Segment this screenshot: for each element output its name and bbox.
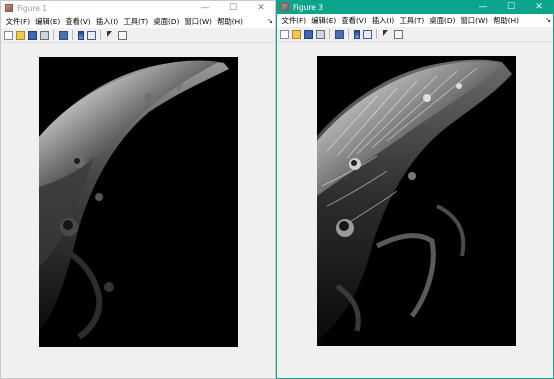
new-figure-icon[interactable] xyxy=(3,30,13,40)
menu-view[interactable]: 查看(V) xyxy=(339,16,369,26)
zoom-icon[interactable] xyxy=(334,29,344,39)
menu-edit[interactable]: 编辑(E) xyxy=(309,16,339,26)
menu-tools[interactable]: 工具(T) xyxy=(397,16,427,26)
menu-overflow-icon[interactable]: ↘ xyxy=(267,15,273,28)
menu-insert[interactable]: 插入(I) xyxy=(369,16,397,26)
moon-image-graphic xyxy=(317,56,516,346)
title-bar[interactable]: Figure 3 — ☐ ✕ xyxy=(277,0,553,14)
menu-help[interactable]: 帮助(H) xyxy=(491,16,522,26)
window-title: Figure 3 xyxy=(293,2,324,12)
menu-edit[interactable]: 编辑(E) xyxy=(33,17,63,27)
save-icon[interactable] xyxy=(303,29,313,39)
moon-image[interactable] xyxy=(317,56,516,346)
menu-window[interactable]: 窗口(W) xyxy=(458,16,491,26)
maximize-button[interactable]: ☐ xyxy=(497,0,525,14)
figure-canvas xyxy=(1,43,275,378)
window-controls: — ☐ ✕ xyxy=(469,0,553,14)
menu-overflow-icon[interactable]: ↘ xyxy=(545,14,551,27)
menu-view[interactable]: 查看(V) xyxy=(63,17,93,27)
menu-bar: 文件(F) 编辑(E) 查看(V) 插入(I) 工具(T) 桌面(D) 窗口(W… xyxy=(1,15,275,28)
title-bar[interactable]: Figure 1 — ☐ ✕ xyxy=(1,1,275,15)
toolbar xyxy=(1,28,275,43)
zoom-icon[interactable] xyxy=(58,30,68,40)
menu-file[interactable]: 文件(F) xyxy=(3,17,33,27)
moon-image[interactable] xyxy=(39,57,238,347)
toolbar xyxy=(277,27,553,42)
maximize-button[interactable]: ☐ xyxy=(219,1,247,15)
new-figure-icon[interactable] xyxy=(279,29,289,39)
open-file-icon[interactable] xyxy=(291,29,301,39)
print-icon[interactable] xyxy=(39,30,49,40)
minimize-button[interactable]: — xyxy=(191,1,219,15)
toolbar-separator xyxy=(72,30,73,40)
menu-desktop[interactable]: 桌面(D) xyxy=(151,17,182,27)
print-icon[interactable] xyxy=(315,29,325,39)
toolbar-separator xyxy=(53,30,54,40)
save-icon[interactable] xyxy=(27,30,37,40)
property-inspector-icon[interactable] xyxy=(393,29,403,39)
open-file-icon[interactable] xyxy=(15,30,25,40)
moon-image-graphic xyxy=(39,57,238,347)
toolbar-separator xyxy=(348,29,349,39)
menu-tools[interactable]: 工具(T) xyxy=(121,17,151,27)
edit-plot-icon[interactable] xyxy=(106,30,115,40)
legend-icon[interactable] xyxy=(86,30,96,40)
figure-1-window: Figure 1 — ☐ ✕ 文件(F) 编辑(E) 查看(V) 插入(I) 工… xyxy=(0,0,276,379)
matlab-icon xyxy=(5,4,13,12)
menu-insert[interactable]: 插入(I) xyxy=(93,17,121,27)
property-inspector-icon[interactable] xyxy=(117,30,127,40)
window-title: Figure 1 xyxy=(17,3,48,13)
figure-3-window: Figure 3 — ☐ ✕ 文件(F) 编辑(E) 查看(V) 插入(I) 工… xyxy=(276,0,554,379)
colorbar-icon[interactable] xyxy=(77,30,84,40)
window-controls: — ☐ ✕ xyxy=(191,1,275,15)
toolbar-separator xyxy=(376,29,377,39)
colorbar-icon[interactable] xyxy=(353,29,360,39)
menu-window[interactable]: 窗口(W) xyxy=(182,17,215,27)
matlab-icon xyxy=(281,3,289,11)
minimize-button[interactable]: — xyxy=(469,0,497,14)
figure-canvas xyxy=(277,42,553,378)
menu-desktop[interactable]: 桌面(D) xyxy=(427,16,458,26)
toolbar-separator xyxy=(100,30,101,40)
legend-icon[interactable] xyxy=(362,29,372,39)
close-button[interactable]: ✕ xyxy=(247,1,275,15)
menu-file[interactable]: 文件(F) xyxy=(279,16,309,26)
toolbar-separator xyxy=(329,29,330,39)
edit-plot-icon[interactable] xyxy=(382,29,391,39)
menu-help[interactable]: 帮助(H) xyxy=(215,17,246,27)
close-button[interactable]: ✕ xyxy=(525,0,553,14)
menu-bar: 文件(F) 编辑(E) 查看(V) 插入(I) 工具(T) 桌面(D) 窗口(W… xyxy=(277,14,553,27)
